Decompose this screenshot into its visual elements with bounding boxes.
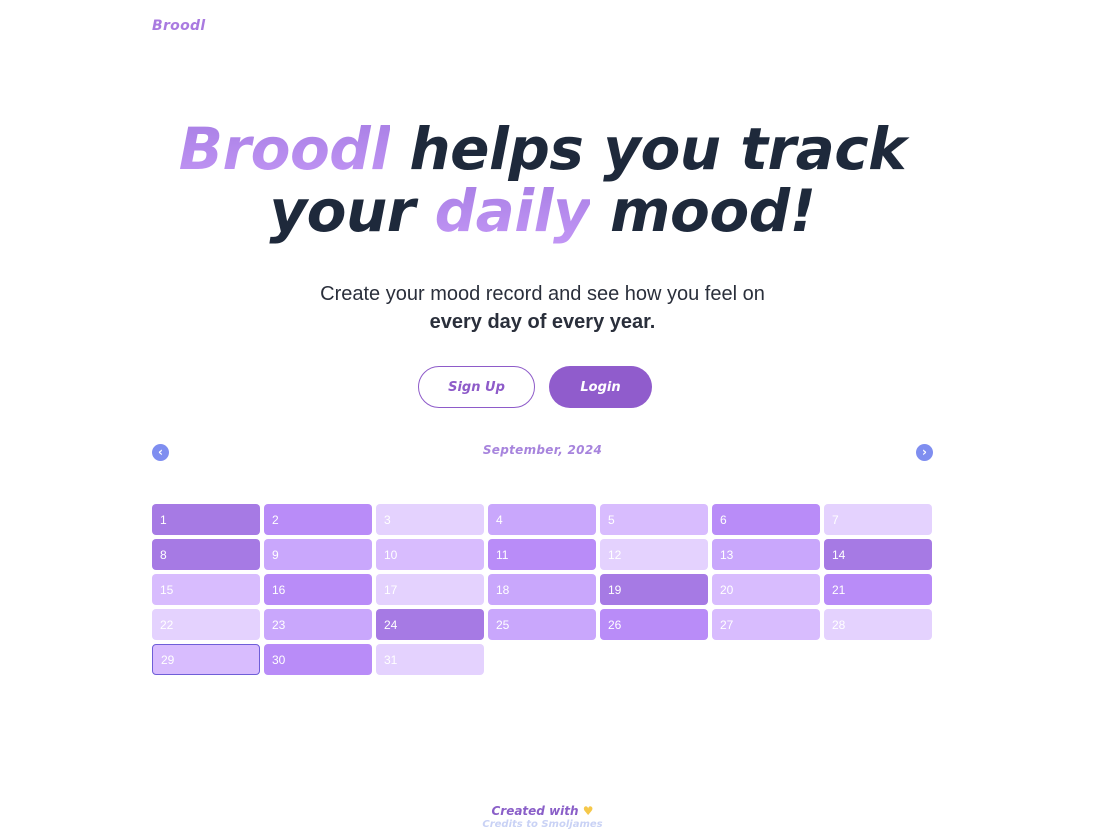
subtitle-line2: every day of every year. — [429, 311, 656, 333]
calendar-day[interactable]: 17 — [376, 574, 484, 605]
calendar-day[interactable]: 4 — [488, 504, 596, 535]
calendar-day[interactable]: 31 — [376, 644, 484, 675]
created-with-text: Created with — [491, 804, 579, 818]
calendar-day[interactable]: 26 — [600, 609, 708, 640]
heart-icon: ♥ — [582, 804, 594, 818]
subtitle: Create your mood record and see how you … — [0, 280, 1085, 336]
calendar-day[interactable]: 6 — [712, 504, 820, 535]
calendar-day[interactable]: 5 — [600, 504, 708, 535]
calendar-day[interactable]: 29 — [152, 644, 260, 675]
calendar-day[interactable]: 12 — [600, 539, 708, 570]
calendar-day[interactable]: 25 — [488, 609, 596, 640]
calendar-day[interactable]: 15 — [152, 574, 260, 605]
footer-created-with: Created with ♥ — [0, 804, 1085, 818]
hero-highlight: daily — [434, 177, 591, 245]
hero-brand-word: Broodl — [178, 115, 390, 183]
logo[interactable]: Broodl — [152, 18, 205, 34]
calendar-day[interactable]: 7 — [824, 504, 932, 535]
hero-heading: Broodl helps you track your daily mood! — [0, 118, 1085, 242]
calendar-day[interactable]: 20 — [712, 574, 820, 605]
calendar-day[interactable]: 10 — [376, 539, 484, 570]
calendar-day[interactable]: 3 — [376, 504, 484, 535]
calendar-day[interactable]: 22 — [152, 609, 260, 640]
calendar-day[interactable]: 9 — [264, 539, 372, 570]
calendar-day[interactable]: 11 — [488, 539, 596, 570]
calendar-day[interactable]: 18 — [488, 574, 596, 605]
chevron-right-icon[interactable]: › — [916, 444, 933, 461]
calendar-day[interactable]: 24 — [376, 609, 484, 640]
login-button[interactable]: Login — [549, 366, 652, 408]
sign-up-button[interactable]: Sign Up — [418, 366, 535, 408]
calendar-day[interactable]: 1 — [152, 504, 260, 535]
subtitle-line1: Create your mood record and see how you … — [320, 283, 765, 305]
calendar-day[interactable]: 30 — [264, 644, 372, 675]
calendar-day[interactable]: 8 — [152, 539, 260, 570]
calendar-day[interactable]: 27 — [712, 609, 820, 640]
footer-credits[interactable]: Credits to Smoljames — [0, 819, 1085, 830]
calendar-day[interactable]: 21 — [824, 574, 932, 605]
calendar-day[interactable]: 19 — [600, 574, 708, 605]
hero-line1-rest: helps you track — [389, 115, 907, 183]
calendar-day[interactable]: 2 — [264, 504, 372, 535]
calendar-day[interactable]: 13 — [712, 539, 820, 570]
calendar-day[interactable]: 16 — [264, 574, 372, 605]
hero-line2-end: mood! — [590, 177, 816, 245]
calendar-day[interactable]: 28 — [824, 609, 932, 640]
calendar-day[interactable]: 14 — [824, 539, 932, 570]
calendar-day[interactable]: 23 — [264, 609, 372, 640]
hero-line2-start: your — [269, 177, 435, 245]
calendar-grid: 1 2 3 4 5 6 7 8 9 10 11 12 13 14 15 16 17 18 19 20 21 22 23 24 2… — [152, 504, 932, 675]
